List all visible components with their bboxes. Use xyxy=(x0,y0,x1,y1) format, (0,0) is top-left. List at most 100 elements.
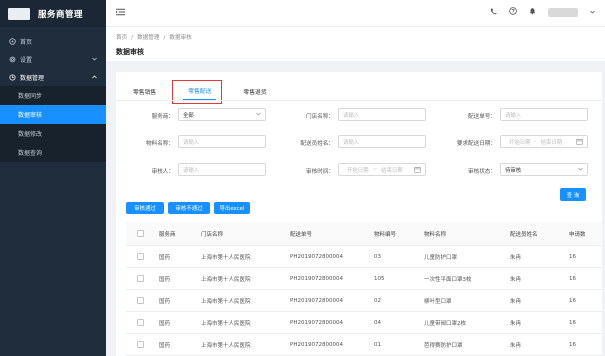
data-table: 服务商 门店名称 配送单号 物料编号 物料名称 配送员姓名 申请数 国药 上海市… xyxy=(126,222,602,356)
col-quantity: 申请数 xyxy=(569,231,586,238)
delivery-no-label: 配送单号： xyxy=(468,114,496,120)
req-date-range[interactable]: 开始日期 - 结束日期 xyxy=(500,135,588,148)
sidebar-subitem-review[interactable]: 数据审核 xyxy=(0,105,106,124)
chevron-down-icon xyxy=(92,56,97,63)
header-actions xyxy=(490,7,595,17)
sidebar-subitem-sync[interactable]: 数据同步 xyxy=(0,86,106,105)
brand: 服务商管理 xyxy=(0,0,106,27)
tab-retail-sales[interactable]: 零售销售 xyxy=(128,82,161,100)
req-date-sep: - xyxy=(534,138,537,145)
store-input[interactable]: 请输入 xyxy=(338,108,426,121)
table-row[interactable]: 国药 上海市第十人民医院 PH2019072800004 04 儿童带阀口罩2枚… xyxy=(126,312,602,334)
cell-material-no: 04 xyxy=(374,319,381,326)
chevron-down-icon xyxy=(578,167,583,173)
delivery-person-input[interactable]: 请输入 xyxy=(338,135,426,148)
sidebar-item-label: 数据管理 xyxy=(20,74,45,82)
row-checkbox[interactable] xyxy=(137,275,144,282)
sidebar-subitem-modify[interactable]: 数据修改 xyxy=(0,124,106,143)
review-time-end: 结束日期 xyxy=(381,167,403,174)
sidebar-item-settings[interactable]: 设置 xyxy=(0,50,106,68)
breadcrumb-item-current: 数据审核 xyxy=(169,35,192,41)
sidebar-item-label: 设置 xyxy=(20,56,33,64)
cell-delivery-person: 朱冉 xyxy=(510,276,522,283)
cell-material-no: 03 xyxy=(374,253,381,260)
sidebar-subitem-query[interactable]: 数据查询 xyxy=(0,143,106,162)
sidebar-item-label: 首页 xyxy=(20,38,33,46)
calendar-icon xyxy=(414,166,421,175)
breadcrumb-item-home[interactable]: 首页 xyxy=(116,35,127,41)
help-icon[interactable] xyxy=(509,7,517,17)
chevron-down-icon xyxy=(256,112,261,118)
cell-delivery-person: 朱冉 xyxy=(510,298,522,305)
material-label: 物料名称： xyxy=(146,141,174,147)
cell-material-no: 01 xyxy=(374,341,381,348)
bell-icon[interactable] xyxy=(529,7,536,17)
phone-icon[interactable] xyxy=(490,7,497,17)
approve-button[interactable]: 审核通过 xyxy=(126,202,164,214)
top-header xyxy=(106,0,605,27)
cell-material-no: 02 xyxy=(374,297,381,304)
material-input[interactable]: 请输入 xyxy=(178,135,266,148)
row-checkbox[interactable] xyxy=(137,297,144,304)
cell-provider: 国药 xyxy=(159,276,171,283)
row-checkbox[interactable] xyxy=(137,253,144,260)
cell-delivery-person: 朱冉 xyxy=(510,254,522,261)
breadcrumb: 首页 / 数据管理 / 数据审核 xyxy=(116,35,192,41)
table-row[interactable]: 国药 上海市第十人民医院 PH2019072800004 02 柳叶型口罩 朱冉… xyxy=(126,290,602,312)
review-time-label: 审核时间： xyxy=(306,169,334,175)
export-excel-button[interactable]: 导出excel xyxy=(214,202,250,214)
provider-select-value: 全部 xyxy=(183,112,194,119)
col-store: 门店名称 xyxy=(201,231,224,238)
review-time-range[interactable]: 开始日期 ~ 结束日期 xyxy=(338,163,426,176)
cell-quantity: 16 xyxy=(569,319,576,326)
breadcrumb-item-data[interactable]: 数据管理 xyxy=(137,35,159,41)
review-time-sep: ~ xyxy=(372,166,378,173)
cell-provider: 国药 xyxy=(159,342,171,349)
col-delivery-person: 配送员姓名 xyxy=(510,231,538,238)
table-row[interactable]: 国药 上海市第十人民医院 PH2019072800004 01 芭得赛防护口罩 … xyxy=(126,334,602,356)
data-icon xyxy=(8,73,16,81)
col-material-name: 物料名称 xyxy=(424,231,447,238)
select-all-checkbox[interactable] xyxy=(137,230,144,237)
sidebar-item-data-management[interactable]: 数据管理 xyxy=(0,68,106,86)
chevron-down-icon[interactable] xyxy=(590,9,595,16)
app-title: 服务商管理 xyxy=(38,9,84,20)
reject-button[interactable]: 审核不通过 xyxy=(168,202,210,214)
provider-label: 服务商： xyxy=(151,114,174,120)
row-checkbox[interactable] xyxy=(137,341,144,348)
avatar[interactable] xyxy=(548,7,578,17)
cell-delivery-no: PH2019072800004 xyxy=(290,319,343,326)
cell-store: 上海市第十人民医院 xyxy=(201,320,251,327)
cell-material-name: 儿童带阀口罩2枚 xyxy=(424,320,466,327)
cell-quantity: 16 xyxy=(569,253,576,260)
cell-quantity: 16 xyxy=(569,275,576,282)
tab-divider xyxy=(116,100,602,101)
provider-select[interactable]: 全部 xyxy=(178,108,266,121)
row-checkbox[interactable] xyxy=(137,319,144,326)
tab-retail-return[interactable]: 零售退货 xyxy=(238,82,271,100)
logo xyxy=(8,7,30,20)
store-input-placeholder: 请输入 xyxy=(343,112,360,119)
sidebar: 服务商管理 首页 设置 数据管理 数据同步 数据审核 数据修改 数据查询 xyxy=(0,0,106,356)
table-row[interactable]: 国药 上海市第十人民医院 PH2019072800004 03 儿童防护口罩 朱… xyxy=(126,246,602,268)
settings-icon xyxy=(8,55,16,63)
search-button[interactable]: 查 询 xyxy=(560,188,586,201)
col-material-no: 物料编号 xyxy=(374,231,397,238)
table-row[interactable]: 国药 上海市第十人民医院 PH2019072800004 105 一次性平面口罩… xyxy=(126,268,602,290)
reviewer-placeholder: 请输入 xyxy=(183,167,200,174)
cell-quantity: 16 xyxy=(569,297,576,304)
review-status-select[interactable]: 待审核 xyxy=(500,163,588,176)
cell-material-name: 一次性平面口罩3枚 xyxy=(424,276,472,283)
cell-store: 上海市第十人民医院 xyxy=(201,276,251,283)
cell-quantity: 16 xyxy=(569,341,576,348)
delivery-no-placeholder: 请输入 xyxy=(505,112,522,119)
home-icon xyxy=(8,37,16,45)
menu-toggle-icon[interactable] xyxy=(116,8,125,18)
cell-material-name: 柳叶型口罩 xyxy=(424,298,452,305)
req-date-label: 要求配送日期： xyxy=(456,141,496,147)
delivery-no-input[interactable]: 请输入 xyxy=(500,108,588,121)
page-title: 数据审核 xyxy=(116,48,144,56)
sidebar-item-home[interactable]: 首页 xyxy=(0,32,106,50)
reviewer-label: 审核人： xyxy=(151,169,174,175)
reviewer-input[interactable]: 请输入 xyxy=(178,163,266,176)
